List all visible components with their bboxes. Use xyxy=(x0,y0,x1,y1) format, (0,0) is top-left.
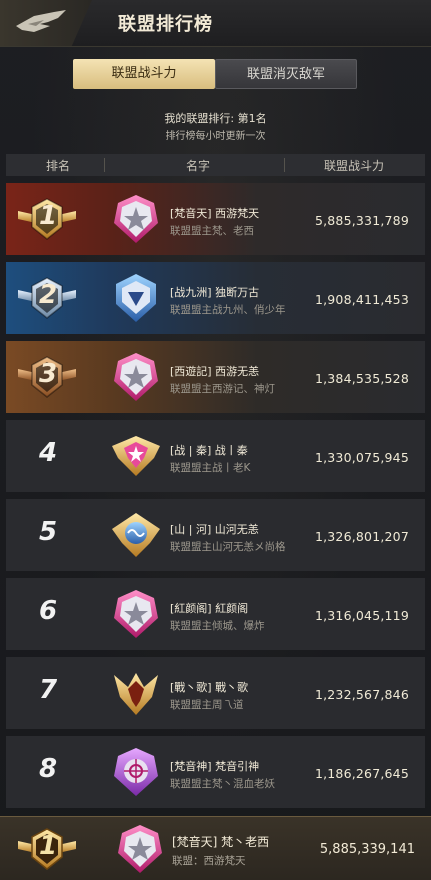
alliance-name: [戰丶歌] 戰丶歌 xyxy=(170,681,249,694)
rank-number: 8 xyxy=(38,754,58,784)
ranking-row[interactable]: 3 [西遊記] 西游无恙联盟盟主西游记、神灯 1,384,535,528 xyxy=(6,341,425,413)
my-rank-text: 我的联盟排行: 第1名 xyxy=(164,112,267,125)
alliance-leader: 联盟盟主梵、老西 xyxy=(170,225,254,237)
alliance-power: 5,885,331,789 xyxy=(314,213,409,228)
pink-star-emblem-icon xyxy=(114,353,158,401)
page-title: 联盟排行榜 xyxy=(118,14,213,35)
alliance-power: 1,326,801,207 xyxy=(314,529,409,544)
rank-number: 1 xyxy=(38,201,58,231)
refresh-note: 排行榜每小时更新一次 xyxy=(165,131,266,142)
header-bar: 联盟排行榜 xyxy=(0,0,431,47)
rank-number: 6 xyxy=(38,596,58,626)
own-rank-number: 1 xyxy=(38,831,58,861)
own-alliance-name: [梵音天] 梵丶老西 xyxy=(172,835,270,849)
alliance-power: 1,330,075,945 xyxy=(314,450,409,465)
gold-crest-emblem-icon xyxy=(114,673,158,715)
rank-number: 7 xyxy=(38,675,58,705)
alliance-leader: 联盟盟主战丨老K xyxy=(170,462,251,474)
column-power: 联盟战斗力 xyxy=(324,159,385,173)
ranking-row[interactable]: 6 [紅颜阁] 紅颜阁联盟盟主倾城、爆炸 1,316,045,119 xyxy=(6,578,425,650)
rank-number: 4 xyxy=(38,438,58,468)
alliance-power: 1,316,045,119 xyxy=(314,608,409,623)
own-alliance-bar[interactable]: 1 [梵音天] 梵丶老西 联盟：西游梵天 5,885,339,141 xyxy=(0,816,431,880)
column-divider xyxy=(104,158,105,172)
gold-wing-emblem-icon xyxy=(112,436,160,476)
alliance-leader: 联盟盟主周乁道 xyxy=(170,699,244,711)
eagle-icon xyxy=(16,10,66,32)
alliance-leader: 联盟盟主战九州、俏少年 xyxy=(170,304,286,316)
alliance-leader: 联盟盟主梵丶混血老妖 xyxy=(170,778,275,790)
pink-star-emblem-icon xyxy=(114,195,158,243)
purple-target-emblem-icon xyxy=(114,748,158,796)
ranking-row[interactable]: 2 [战九洲] 独断万古联盟盟主战九州、俏少年 1,908,411,453 xyxy=(6,262,425,334)
tab-bar: 联盟战斗力 联盟消灭敌军 xyxy=(73,59,357,89)
back-button[interactable] xyxy=(0,0,92,46)
blue-shield-emblem-icon xyxy=(116,274,156,322)
alliance-leader: 联盟盟主西游记、神灯 xyxy=(170,383,275,395)
pink-star-emblem-icon xyxy=(118,825,162,873)
alliance-power: 1,384,535,528 xyxy=(314,371,409,386)
column-divider xyxy=(284,158,285,172)
column-header: 排名 名字 联盟战斗力 xyxy=(6,154,425,176)
rank-number: 2 xyxy=(38,280,58,310)
ranking-row[interactable]: 7 [戰丶歌] 戰丶歌 联盟盟主周乁道 1,232,567,846 xyxy=(6,657,425,729)
column-rank: 排名 xyxy=(46,159,71,173)
alliance-leader: 联盟盟主倾城、爆炸 xyxy=(170,620,265,632)
ranking-row[interactable]: 5 [山 | 河] 山河无恙联盟盟主山河无恙メ尚格 1,326,801,207 xyxy=(6,499,425,571)
own-alliance-label: 联盟：西游梵天 xyxy=(172,855,246,867)
ranking-row[interactable]: 8 [梵音神] 梵音引神联盟盟主梵丶混血老妖 1,186,267,645 xyxy=(6,736,425,808)
ranking-row[interactable]: 4 [战 | 秦] 战丨秦 联盟盟主战丨老K 1,330,075,945 xyxy=(6,420,425,492)
rank-number: 5 xyxy=(38,517,58,547)
alliance-name: [战 | 秦] 战丨秦 xyxy=(170,444,248,457)
alliance-name: [梵音天] 西游梵天 xyxy=(170,207,260,220)
own-power-value: 5,885,339,141 xyxy=(319,842,415,857)
pink-star-emblem-icon xyxy=(114,590,158,638)
column-name: 名字 xyxy=(186,159,211,173)
alliance-name: [西遊記] 西游无恙 xyxy=(170,365,260,378)
tab-alliance-power[interactable]: 联盟战斗力 xyxy=(73,59,215,89)
alliance-name: [山 | 河] 山河无恙 xyxy=(170,523,259,536)
alliance-name: [紅颜阁] 紅颜阁 xyxy=(170,602,249,615)
blue-wing-emblem-icon xyxy=(112,513,160,557)
alliance-power: 1,232,567,846 xyxy=(314,687,409,702)
ranking-row[interactable]: 1 [梵音天] 西游梵天 联盟盟主梵、老西 5,885,331,789 xyxy=(6,183,425,255)
tab-alliance-kills[interactable]: 联盟消灭敌军 xyxy=(215,59,357,89)
alliance-name: [梵音神] 梵音引神 xyxy=(170,760,260,773)
alliance-leader: 联盟盟主山河无恙メ尚格 xyxy=(170,541,286,553)
alliance-name: [战九洲] 独断万古 xyxy=(170,286,260,299)
rank-number: 3 xyxy=(38,359,58,389)
alliance-power: 1,908,411,453 xyxy=(314,292,409,307)
alliance-power: 1,186,267,645 xyxy=(314,766,409,781)
